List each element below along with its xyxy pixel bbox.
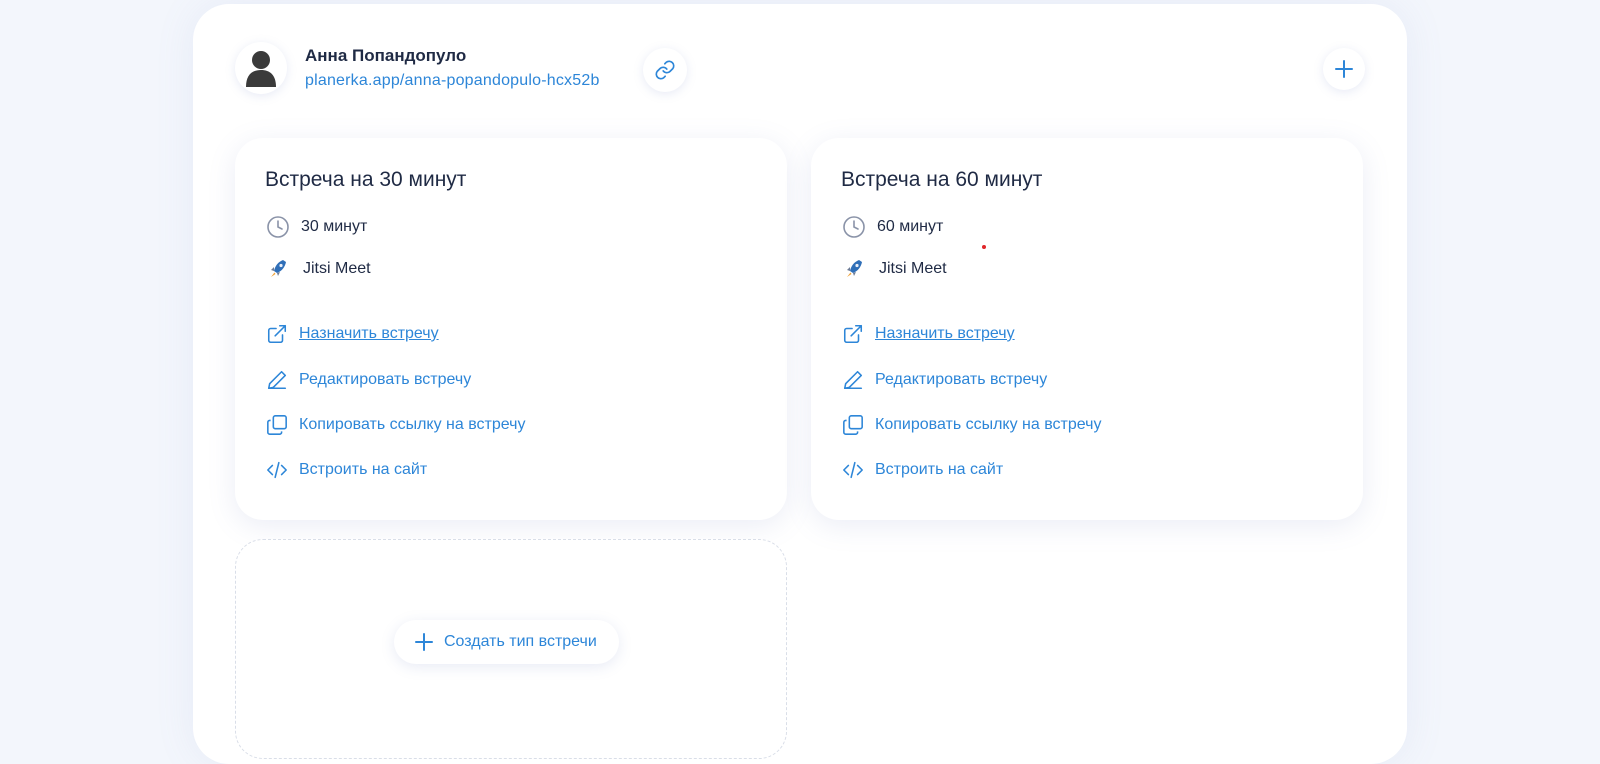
duration-label: 30 минут xyxy=(301,218,368,235)
copy-meeting-label[interactable]: Копировать ссылку на встречу xyxy=(875,416,1101,434)
pencil-icon xyxy=(841,368,865,392)
copy-profile-link-button[interactable] xyxy=(643,48,687,92)
meeting-platform: Jitsi Meet xyxy=(841,256,947,282)
schedule-meeting-link[interactable]: Назначить встречу xyxy=(265,322,439,346)
embed-meeting-link[interactable]: Встроить на сайт xyxy=(265,458,427,482)
copy-icon xyxy=(841,413,865,437)
code-icon xyxy=(841,458,865,482)
embed-meeting-label[interactable]: Встроить на сайт xyxy=(875,461,1003,479)
edit-meeting-link[interactable]: Редактировать встречу xyxy=(265,368,471,392)
add-meeting-type-button[interactable] xyxy=(1323,48,1365,90)
platform-label: Jitsi Meet xyxy=(879,260,947,277)
profile-name: Анна Попандопуло xyxy=(305,46,467,65)
edit-meeting-label[interactable]: Редактировать встречу xyxy=(875,371,1047,389)
profile-url[interactable]: planerka.app/anna-popandopulo-hcx52b xyxy=(305,72,600,90)
clock-icon xyxy=(265,214,291,240)
meeting-card: Встреча на 30 минут 30 минут Jitsi Meet xyxy=(235,138,787,520)
link-icon xyxy=(655,60,675,80)
avatar xyxy=(235,42,287,94)
external-link-icon xyxy=(841,322,865,346)
duration-label: 60 минут xyxy=(877,218,944,235)
schedule-meeting-label[interactable]: Назначить встречу xyxy=(875,325,1015,343)
create-meeting-type-button[interactable]: Создать тип встречи xyxy=(394,620,619,664)
profile-header: Анна Попандопуло planerka.app/anna-popan… xyxy=(235,42,600,94)
schedule-meeting-label[interactable]: Назначить встречу xyxy=(299,325,439,343)
copy-meeting-link[interactable]: Копировать ссылку на встречу xyxy=(265,413,525,437)
jitsi-rocket-icon xyxy=(841,256,867,282)
plus-icon xyxy=(414,632,434,652)
meeting-card: Встреча на 60 минут 60 минут Jitsi Meet xyxy=(811,138,1363,520)
external-link-icon xyxy=(265,322,289,346)
jitsi-rocket-icon xyxy=(265,256,291,282)
copy-meeting-label[interactable]: Копировать ссылку на встречу xyxy=(299,416,525,434)
code-icon xyxy=(265,458,289,482)
platform-label: Jitsi Meet xyxy=(303,260,371,277)
create-meeting-type-label[interactable]: Создать тип встречи xyxy=(444,633,597,651)
edit-meeting-link[interactable]: Редактировать встречу xyxy=(841,368,1047,392)
copy-meeting-link[interactable]: Копировать ссылку на встречу xyxy=(841,413,1101,437)
meeting-duration: 30 минут xyxy=(265,214,367,240)
embed-meeting-label[interactable]: Встроить на сайт xyxy=(299,461,427,479)
meeting-title: Встреча на 30 минут xyxy=(265,168,467,191)
pencil-icon xyxy=(265,368,289,392)
plus-icon xyxy=(1335,60,1353,78)
clock-icon xyxy=(841,214,867,240)
meeting-platform: Jitsi Meet xyxy=(265,256,371,282)
meeting-duration: 60 минут xyxy=(841,214,943,240)
create-meeting-type-card: Создать тип встречи xyxy=(235,539,787,759)
edit-meeting-label[interactable]: Редактировать встречу xyxy=(299,371,471,389)
copy-icon xyxy=(265,413,289,437)
schedule-meeting-link[interactable]: Назначить встречу xyxy=(841,322,1015,346)
user-icon xyxy=(246,51,276,87)
cursor-dot xyxy=(982,245,986,249)
meeting-title: Встреча на 60 минут xyxy=(841,168,1043,191)
embed-meeting-link[interactable]: Встроить на сайт xyxy=(841,458,1003,482)
meeting-types-panel: Анна Попандопуло planerka.app/anna-popan… xyxy=(193,4,1407,764)
